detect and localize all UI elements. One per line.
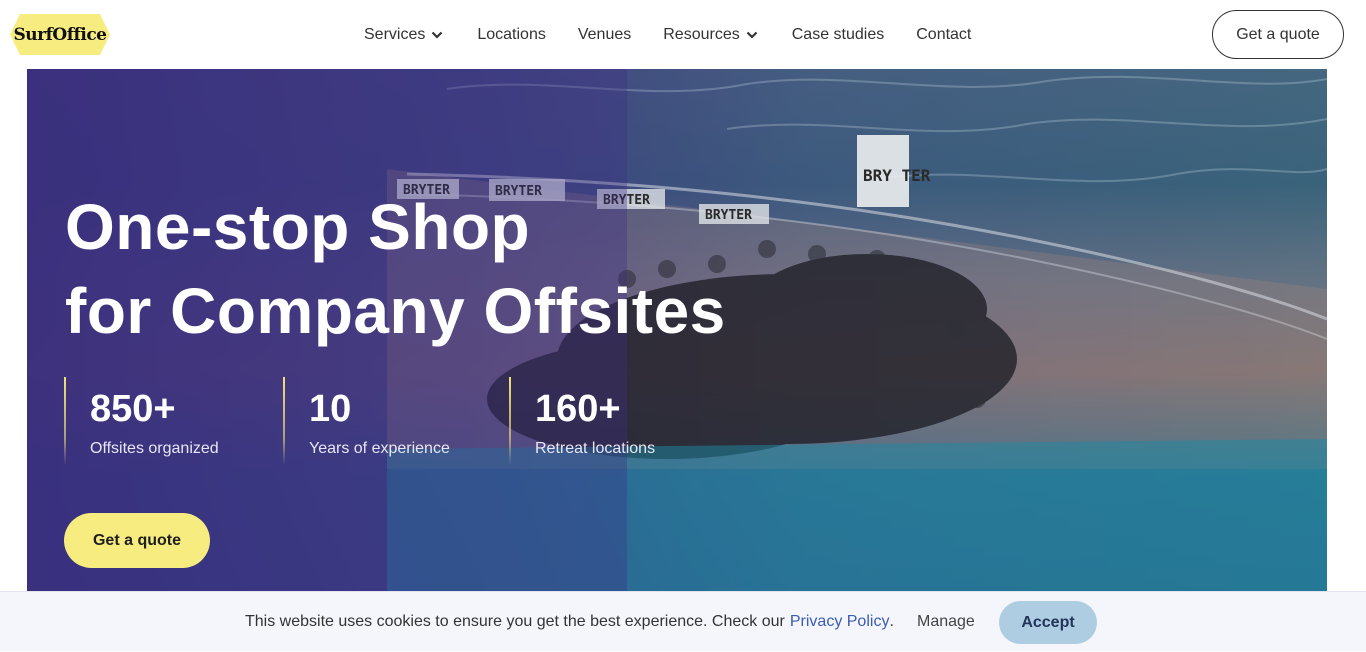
hero-title: One-stop Shop for Company Offsites <box>65 185 726 353</box>
cookie-message: This website uses cookies to ensure you … <box>245 592 894 652</box>
stat-value: 850+ <box>90 388 176 430</box>
nav-item-label: Venues <box>577 25 632 43</box>
nav-item-label: Resources <box>663 25 740 43</box>
stat-label: Years of experience <box>309 440 450 457</box>
logo-wordmark: SurfOffice <box>13 24 107 45</box>
chevron-down-icon <box>746 31 758 39</box>
cookie-text: This website uses cookies to ensure you … <box>245 613 785 630</box>
stat-value: 10 <box>309 388 352 430</box>
accept-cookies-button[interactable]: Accept <box>999 601 1097 644</box>
hero-title-line-2: for Company Offsites <box>65 275 726 347</box>
nav-item-resources[interactable]: Resources <box>663 25 758 44</box>
hero-title-line-1: One-stop Shop <box>65 191 531 263</box>
photo-sign-text: BRY TER <box>863 166 931 185</box>
cookie-period: . <box>889 613 894 630</box>
privacy-policy-link[interactable]: Privacy Policy <box>790 613 890 631</box>
stat-locations: 160+ Retreat locations <box>509 377 709 465</box>
get-a-quote-hero-button[interactable]: Get a quote <box>64 513 210 568</box>
stat-offsites: 850+ Offsites organized <box>64 377 283 465</box>
stat-label: Retreat locations <box>535 440 656 457</box>
stat-label: Offsites organized <box>90 440 219 457</box>
surfoffice-logo[interactable]: SurfOffice <box>10 10 110 59</box>
main-nav: Services Locations Venues Resources Case… <box>364 0 1003 69</box>
stat-value: 160+ <box>535 388 621 430</box>
cookie-banner: This website uses cookies to ensure you … <box>0 591 1366 651</box>
nav-item-venues[interactable]: Venues <box>578 26 631 44</box>
nav-item-label: Contact <box>916 25 972 43</box>
nav-item-services[interactable]: Services <box>364 26 443 44</box>
stats-row: 850+ Offsites organized 10 Years of expe… <box>64 377 709 465</box>
nav-item-case-studies[interactable]: Case studies <box>792 26 885 44</box>
nav-item-locations[interactable]: Locations <box>477 26 546 44</box>
nav-item-label: Case studies <box>791 25 885 43</box>
nav-item-label: Locations <box>477 25 546 43</box>
nav-item-contact[interactable]: Contact <box>916 26 971 44</box>
site-header: SurfOffice Services Locations Venues Res… <box>0 0 1366 69</box>
hero-section: BRYTER BRYTER BRYTER BRYTER BRY TER One-… <box>27 69 1327 591</box>
stat-years: 10 Years of experience <box>283 377 509 465</box>
nav-item-label: Services <box>364 25 426 43</box>
manage-cookies-button[interactable]: Manage <box>917 592 975 652</box>
chevron-down-icon <box>432 31 443 39</box>
get-a-quote-header-button[interactable]: Get a quote <box>1212 10 1344 59</box>
